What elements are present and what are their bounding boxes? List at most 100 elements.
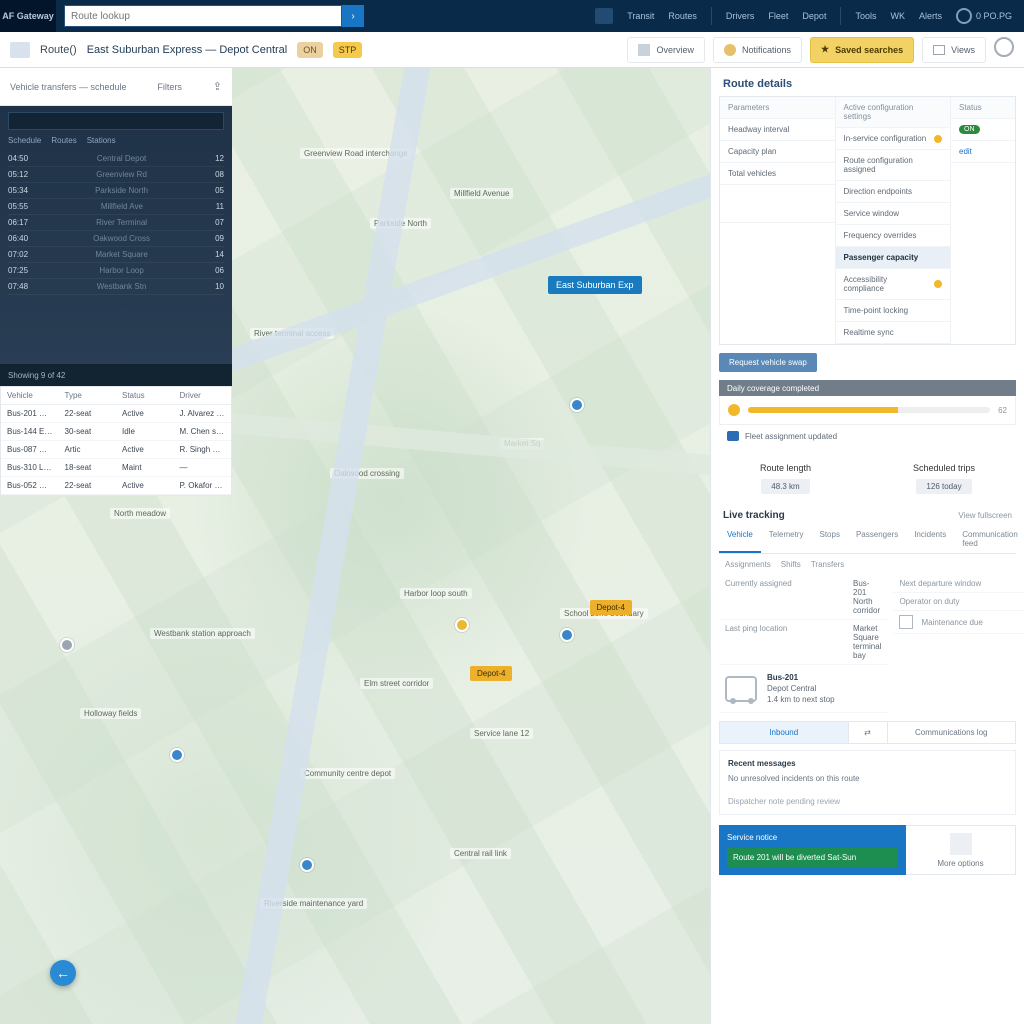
stat-value-button[interactable]: 126 today (916, 479, 971, 494)
cap: 07 (215, 218, 224, 227)
search-button[interactable]: › (342, 5, 364, 27)
brand-logo[interactable]: AF Gateway (0, 0, 56, 32)
schedule-row[interactable]: 05:55Millfield Ave11 (8, 199, 224, 215)
map-callout-depot[interactable]: Depot-4 (470, 666, 512, 681)
col-header[interactable]: Type (59, 387, 117, 404)
pair-tab-comms[interactable]: Communications log (888, 722, 1016, 743)
tracking-tab[interactable]: Passengers (848, 525, 906, 553)
pair-tab-swap[interactable]: ⇄ (848, 722, 888, 743)
subtab[interactable]: Assignments (725, 560, 771, 569)
schedule-row[interactable]: 05:12Greenview Rd08 (8, 167, 224, 183)
nav-link[interactable]: Routes (668, 11, 697, 21)
schedule-row[interactable]: 06:17River Terminal07 (8, 215, 224, 231)
nav-link[interactable]: Alerts (919, 11, 942, 21)
subtab[interactable]: Transfers (811, 560, 845, 569)
col-header[interactable]: Status (116, 387, 174, 404)
map-callout-depot[interactable]: Depot-4 (590, 600, 632, 615)
map-label: Oakwood crossing (330, 468, 404, 479)
cfg-label: Accessibility compliance (844, 275, 929, 293)
subheader-card-saved[interactable]: ★ Saved searches (810, 37, 914, 63)
map-poi-icon[interactable] (60, 638, 74, 652)
cell: Maint (116, 459, 174, 476)
kv-row: Operator on duty (893, 593, 1024, 611)
subheader-card-notifications[interactable]: Notifications (713, 37, 802, 63)
table-row[interactable]: Bus-052 West22-seatActiveP. Okafor reser… (1, 477, 231, 495)
vehicle-sub: 1.4 km to next stop (767, 695, 835, 704)
grid-cell[interactable]: Route configuration assigned (836, 150, 951, 181)
schedule-row[interactable]: 07:48Westbank Stn10 (8, 279, 224, 295)
map-poi-icon[interactable] (170, 748, 184, 762)
grid-cell[interactable]: Time-point locking (836, 300, 951, 322)
schedule-row[interactable]: 07:25Harbor Loop06 (8, 263, 224, 279)
section-more-link[interactable]: View fullscreen (958, 511, 1012, 520)
schedule-tab[interactable]: Stations (87, 136, 116, 145)
nav-link[interactable]: Drivers (726, 11, 755, 21)
subheader-card-overview[interactable]: Overview (627, 37, 705, 63)
tracking-tab[interactable]: Vehicle (719, 525, 761, 553)
tracking-tab[interactable]: Stops (811, 525, 847, 553)
nav-link[interactable]: Tools (855, 11, 876, 21)
map-callout-primary[interactable]: East Suburban Exp (548, 276, 642, 294)
search-input[interactable] (64, 5, 342, 27)
schedule-row[interactable]: 04:50Central Depot12 (8, 151, 224, 167)
grid-cell[interactable]: Direction endpoints (836, 181, 951, 203)
promo-side-label: More options (937, 859, 983, 868)
map-poi-icon[interactable] (560, 628, 574, 642)
grid-cell[interactable]: Service window (836, 203, 951, 225)
table-row[interactable]: Bus-201 North22-seatActiveJ. Alvarez coa… (1, 405, 231, 423)
grid-cell[interactable]: Accessibility compliance (836, 269, 951, 300)
grid-cell[interactable]: Frequency overrides (836, 225, 951, 247)
progress-caption: Daily coverage completed (719, 380, 1016, 396)
nav-link[interactable]: Transit (627, 11, 654, 21)
table-row[interactable]: Bus-310 Loop18-seatMaint— (1, 459, 231, 477)
map-poi-icon[interactable] (300, 858, 314, 872)
subheader-card-views[interactable]: Views (922, 37, 986, 63)
schedule-row[interactable]: 07:02Market Square14 (8, 247, 224, 263)
clock-icon[interactable] (994, 37, 1014, 57)
map-poi-icon[interactable] (455, 618, 469, 632)
request-swap-button[interactable]: Request vehicle swap (719, 353, 817, 372)
card-label: Notifications (742, 45, 791, 55)
map-recenter-button[interactable]: ← (50, 960, 76, 986)
apps-icon[interactable] (595, 8, 613, 24)
pair-tab-inbound[interactable]: Inbound (720, 722, 848, 743)
col-header[interactable]: Driver (174, 387, 232, 404)
schedule-row[interactable]: 06:40Oakwood Cross09 (8, 231, 224, 247)
col-header[interactable]: Vehicle (1, 387, 59, 404)
grid-cell[interactable]: Realtime sync (836, 322, 951, 344)
grid-cell[interactable]: In-service configuration (836, 128, 951, 150)
nav-link[interactable]: WK (890, 11, 905, 21)
tracking-tab[interactable]: Communication feed (954, 525, 1024, 553)
coin-icon (728, 404, 740, 416)
square-icon (950, 833, 972, 855)
card-label: Saved searches (835, 45, 903, 55)
schedule-tab[interactable]: Schedule (8, 136, 41, 145)
promo-side[interactable]: More options (906, 825, 1016, 875)
promo-main[interactable]: Service notice Route 201 will be diverte… (719, 825, 906, 875)
grid-cell-selected[interactable]: Passenger capacity (836, 247, 951, 269)
schedule-row[interactable]: 05:34Parkside North05 (8, 183, 224, 199)
balance-indicator[interactable]: 0 PO.PG (956, 8, 1012, 24)
schedule-tab[interactable]: Routes (51, 136, 76, 145)
stat-value-button[interactable]: 48.3 km (761, 479, 809, 494)
schedule-tabs: Schedule Routes Stations (8, 136, 224, 145)
tracking-tab[interactable]: Telemetry (761, 525, 812, 553)
vehicle-block[interactable]: Bus-201 Depot Central 1.4 km to next sto… (719, 665, 887, 713)
promo-body: Route 201 will be diverted Sat-Sun (727, 848, 898, 867)
time: 04:50 (8, 154, 28, 163)
cell: Bus-052 West (1, 477, 59, 494)
map-column: Greenview Road interchange Parkside Nort… (0, 68, 710, 1024)
map-poi-icon[interactable] (570, 398, 584, 412)
table-row[interactable]: Bus-087 CityArticActiveR. Singh main rou… (1, 441, 231, 459)
nav-link[interactable]: Fleet (768, 11, 788, 21)
stop: River Terminal (96, 218, 147, 227)
schedule-search-input[interactable] (8, 112, 224, 130)
tracking-tab[interactable]: Incidents (906, 525, 954, 553)
edit-link[interactable]: edit (951, 141, 1015, 163)
message-line: Dispatcher note pending review (728, 797, 1007, 806)
toolbar-filters[interactable]: Filters (157, 82, 182, 92)
nav-link[interactable]: Depot (802, 11, 826, 21)
subtab[interactable]: Shifts (781, 560, 801, 569)
table-row[interactable]: Bus-144 East30-seatIdleM. Chen standby u… (1, 423, 231, 441)
share-icon[interactable]: ⇪ (213, 80, 222, 93)
